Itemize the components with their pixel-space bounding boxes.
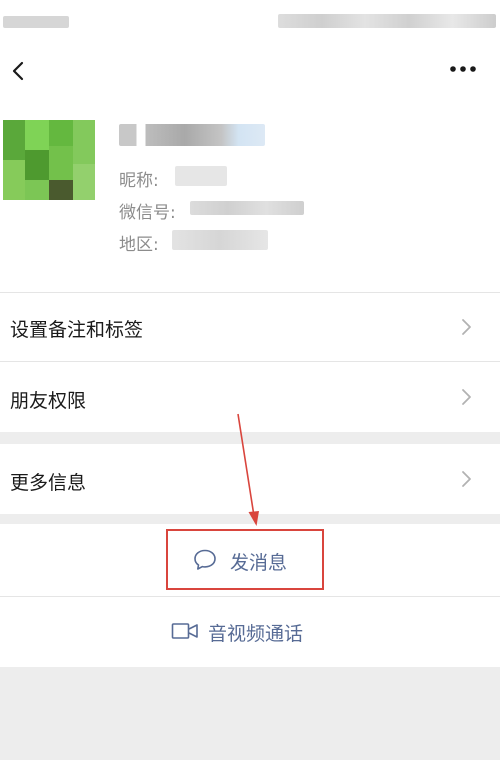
row-friend-permissions[interactable]: 朋友权限 [0,362,500,432]
nickname-value-blurred [175,166,227,186]
row-label: 设置备注和标签 [10,319,144,341]
section-gap [0,514,500,524]
video-call-button[interactable]: 音视频通话 [0,597,500,667]
nav-bar [0,46,500,96]
status-bar [0,0,500,46]
status-icons-blurred [278,14,496,28]
region-value-blurred [172,230,268,250]
video-camera-icon [171,623,198,639]
row-set-remark-tags[interactable]: 设置备注和标签 [0,293,500,361]
chevron-left-icon [12,61,24,81]
profile-name-blurred [119,124,265,146]
back-button[interactable] [4,52,40,90]
status-time-blurred [3,16,69,28]
avatar[interactable] [3,120,95,200]
row-more-info[interactable]: 更多信息 [0,444,500,514]
section-gap [0,432,500,444]
wechat-id-label: 微信号: [119,203,176,223]
row-label: 朋友权限 [10,390,87,412]
chevron-right-icon [462,319,471,335]
nickname-label: 昵称: [119,171,159,191]
row-label: 更多信息 [10,472,87,494]
more-dots-icon [450,66,476,72]
annotation-highlight-box [166,529,324,590]
chevron-right-icon [462,389,471,405]
wechat-id-value-blurred [190,201,304,215]
video-call-label: 音视频通话 [208,623,304,645]
region-label: 地区: [119,235,159,255]
profile-header: 昵称: 微信号: 地区: [0,96,500,292]
more-button[interactable] [446,56,482,86]
chevron-right-icon [462,471,471,487]
